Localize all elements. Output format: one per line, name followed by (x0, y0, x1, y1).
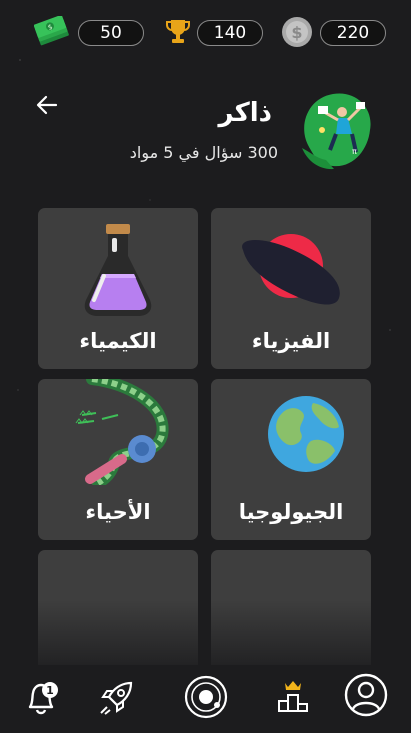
subject-card-geology[interactable]: الجيولوجيا (211, 379, 371, 540)
svg-text:$: $ (291, 23, 302, 42)
subject-label: الأحياء (85, 500, 151, 524)
notifications-icon[interactable]: 1 (24, 679, 60, 717)
globe-icon (268, 396, 344, 472)
cash-icon: $ (34, 16, 69, 46)
cash-count: 50 (78, 20, 144, 46)
dna-icon (75, 379, 169, 485)
rocket-icon[interactable] (99, 679, 135, 715)
subject-label: الكيمياء (79, 329, 157, 353)
leaderboard-icon[interactable] (277, 679, 309, 713)
notification-badge: 1 (46, 684, 54, 697)
subject-card-physics[interactable]: الفيزياء (211, 208, 371, 369)
planet-orbit-icon[interactable] (184, 675, 228, 719)
subject-label: الجيولوجيا (238, 500, 344, 524)
profile-icon[interactable] (344, 673, 388, 717)
trophy-icon (166, 20, 190, 43)
coin-count: 220 (320, 20, 386, 46)
page-subtitle: 300 سؤال في 5 مواد (129, 143, 278, 162)
svg-text:π: π (352, 147, 357, 156)
saturn-icon (242, 234, 340, 305)
subject-label: الفيزياء (251, 329, 331, 353)
trophy-count: 140 (197, 20, 263, 46)
student-avatar: π (302, 93, 371, 170)
flask-icon (84, 224, 152, 316)
subject-card-chemistry[interactable]: الكيمياء (38, 208, 198, 369)
page-title: ذاكر (218, 98, 272, 128)
subject-card-biology[interactable]: الأحياء (38, 379, 198, 540)
silver-coin-icon: $ (282, 17, 312, 47)
bottom-nav: 1 (0, 665, 411, 733)
stats-bar: $ 50 140 $ 220 (0, 16, 411, 50)
back-arrow-icon[interactable] (34, 92, 60, 118)
